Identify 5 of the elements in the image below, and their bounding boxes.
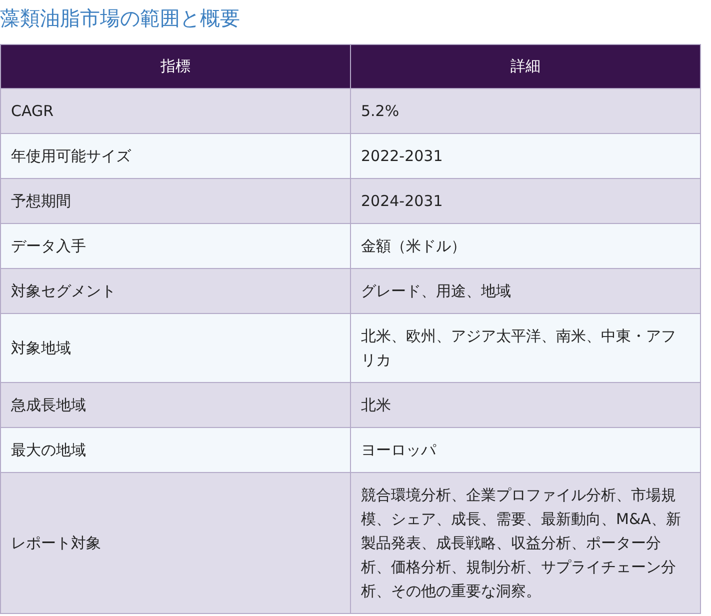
column-header: 詳細 bbox=[350, 44, 700, 88]
section-title: 藻類油脂市場の範囲と概要 bbox=[0, 5, 241, 32]
column-header: 指標 bbox=[0, 44, 350, 88]
table-cell: 競合環境分析、企業プロファイル分析、市場規模、シェア、成長、需要、最新動向、M&A、新製品発表、成長戦略、収益分析、ポーター分析、価格分析、規制分析、サプライチェーン分析、その他の重要な洞察。 bbox=[350, 472, 700, 614]
table-cell: レポート対象 bbox=[0, 472, 350, 614]
